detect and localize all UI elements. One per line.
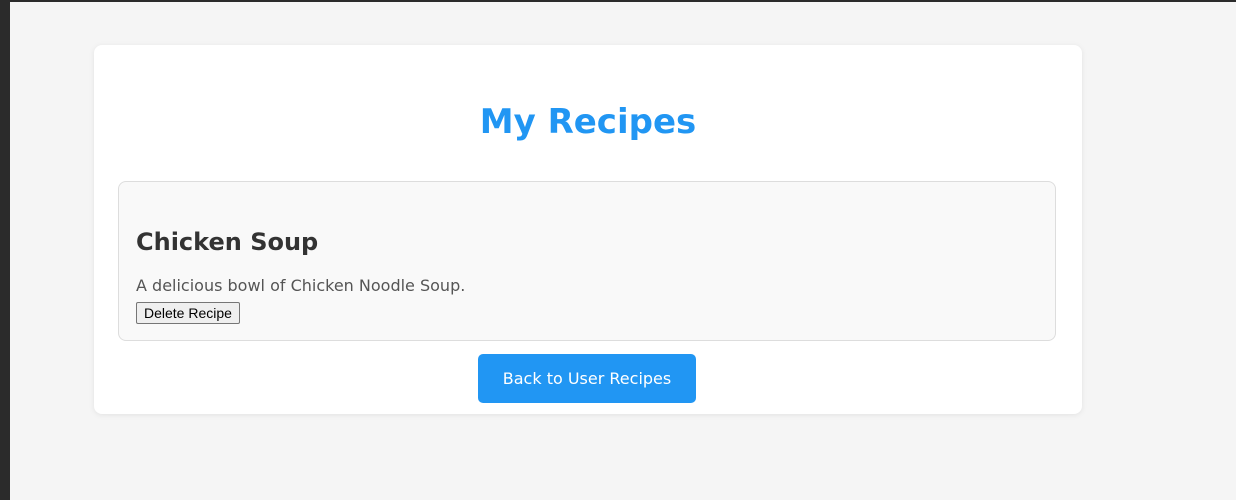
- recipe-description: A delicious bowl of Chicken Noodle Soup.: [136, 276, 466, 295]
- recipes-container: My Recipes Chicken Soup A delicious bowl…: [94, 45, 1082, 414]
- page-viewport: My Recipes Chicken Soup A delicious bowl…: [10, 2, 1236, 500]
- recipe-title: Chicken Soup: [136, 228, 319, 256]
- recipe-card: Chicken Soup A delicious bowl of Chicken…: [118, 181, 1056, 341]
- back-to-user-recipes-button[interactable]: Back to User Recipes: [478, 354, 696, 403]
- delete-recipe-button[interactable]: Delete Recipe: [136, 302, 240, 324]
- page-title: My Recipes: [479, 102, 697, 142]
